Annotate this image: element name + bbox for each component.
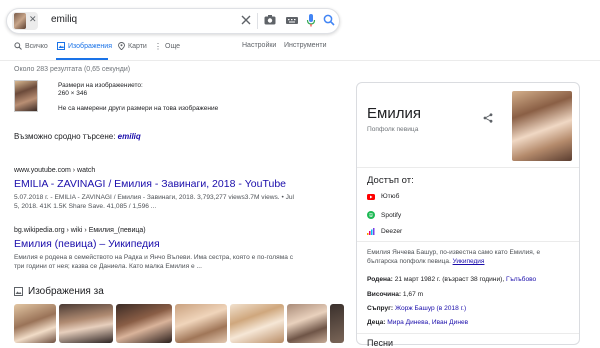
image-result[interactable] xyxy=(14,304,56,343)
map-pin-icon xyxy=(118,42,125,50)
kp-fact-value: 1,67 m xyxy=(402,291,424,298)
search-input[interactable]: emiliq xyxy=(51,14,77,25)
tabs-divider xyxy=(0,60,600,61)
kp-fact-label: Съпруг: xyxy=(367,305,394,312)
result-title-link[interactable]: EMILIA - ZAVINAGI / Емилия - Завинаги, 2… xyxy=(14,178,286,190)
search-tabs: Всичко Изображения Карти ⋮ Още Настройки… xyxy=(0,42,600,60)
kp-wikipedia-link[interactable]: Уикипедия xyxy=(453,258,485,265)
share-icon[interactable] xyxy=(483,110,493,128)
kp-fact-link[interactable]: Гълъбово xyxy=(506,276,536,283)
divider xyxy=(357,167,579,168)
result-url: bg.wikipedia.org › wiki › Емилия_(певица… xyxy=(14,227,146,234)
related-search-link[interactable]: emiliq xyxy=(118,132,141,141)
image-icon xyxy=(14,287,23,296)
search-image-chip[interactable]: ✕ xyxy=(12,12,38,30)
search-icon[interactable] xyxy=(323,13,335,32)
images-section-title: Изображения за xyxy=(28,286,104,297)
kp-service-deezer[interactable]: Deezer xyxy=(367,228,402,235)
deezer-icon xyxy=(367,228,375,235)
kp-fact-height: Височина: 1,67 m xyxy=(367,291,423,298)
image-result[interactable] xyxy=(175,304,227,343)
result-snippet: 5.07.2018 г. - EMILIA - ZAVINAGI / Емили… xyxy=(14,193,344,211)
tab-label: Още xyxy=(165,43,181,50)
image-size-label: Размери на изображението: xyxy=(58,82,143,89)
divider xyxy=(357,241,579,242)
snippet-line: Емилия е родена в семейството на Радка и… xyxy=(14,254,294,261)
result-stats: Около 283 резултата (0,65 секунди) xyxy=(14,66,131,73)
query-image-thumbnail[interactable] xyxy=(14,80,38,112)
kp-fact-value: 21 март 1982 г. (възраст 38 години), xyxy=(394,276,505,283)
knowledge-panel: Емилия Попфолк певица Достъп от: Ютюб Sp… xyxy=(356,82,580,348)
image-size-value: 260 × 346 xyxy=(58,90,88,97)
snippet-line: 5, 2018. 41K 1.5K Share Save. 41,085 / 1… xyxy=(14,203,157,210)
image-result[interactable] xyxy=(230,304,284,343)
kp-access-title: Достъп от: xyxy=(367,175,414,186)
kp-title: Емилия xyxy=(367,105,421,122)
youtube-icon xyxy=(367,193,375,200)
result-title-link[interactable]: Емилия (певица) – Уикипедия xyxy=(14,238,160,250)
tab-maps[interactable]: Карти xyxy=(118,42,147,50)
tab-label: Изображения xyxy=(68,42,112,50)
related-search-label: Възможно сродно търсене: xyxy=(14,132,116,141)
more-vert-icon: ⋮ xyxy=(154,42,162,51)
kp-description: Емилия Янчева Башур, по-известна само ка… xyxy=(367,248,572,266)
kp-fact-link[interactable]: Мира Динева, Иван Динев xyxy=(387,319,468,326)
keyboard-icon[interactable] xyxy=(285,13,299,32)
kp-fact-link[interactable]: Жорж Башур (в 2018 г.) xyxy=(395,305,466,312)
tab-settings[interactable]: Настройки xyxy=(242,42,276,49)
image-result[interactable] xyxy=(330,304,344,343)
kp-service-label: Spotify xyxy=(381,211,402,219)
kp-service-spotify[interactable]: Spotify xyxy=(367,211,401,219)
result-url: www.youtube.com › watch xyxy=(14,167,96,174)
remove-image-icon[interactable]: ✕ xyxy=(29,14,37,25)
camera-icon[interactable] xyxy=(263,13,277,32)
snippet-line: три години от нея; казва се Даниела. Кат… xyxy=(14,263,202,270)
kp-service-label: Deezer xyxy=(381,228,403,235)
related-search: Възможно сродно търсене: emiliq xyxy=(14,132,141,141)
image-result[interactable] xyxy=(287,304,327,343)
kp-fact-label: Височина: xyxy=(367,291,402,298)
clear-icon[interactable] xyxy=(239,13,253,32)
tab-more[interactable]: ⋮ Още xyxy=(154,42,180,51)
result-snippet: Емилия е родена в семейството на Радка и… xyxy=(14,253,344,271)
kp-fact-born: Родена: 21 март 1982 г. (възраст 38 годи… xyxy=(367,276,536,283)
kp-songs-heading: Песни xyxy=(367,338,393,348)
divider xyxy=(257,13,258,29)
kp-fact-spouse: Съпруг: Жорж Башур (в 2018 г.) xyxy=(367,305,466,312)
images-section-header: Изображения за xyxy=(14,286,104,297)
tab-all[interactable]: Всичко xyxy=(14,42,48,50)
no-other-sizes: Не са намерени други размери на това изо… xyxy=(58,105,219,112)
tab-tools[interactable]: Инструменти xyxy=(284,42,327,49)
kp-subtitle: Попфолк певица xyxy=(367,126,419,133)
kp-service-youtube[interactable]: Ютюб xyxy=(367,193,399,200)
microphone-icon[interactable] xyxy=(305,13,317,32)
image-result[interactable] xyxy=(59,304,113,343)
snippet-line: 5.07.2018 г. - EMILIA - ZAVINAGI / Емили… xyxy=(14,194,295,201)
kp-fact-label: Деца: xyxy=(367,319,386,326)
tab-label: Всичко xyxy=(25,42,48,50)
spotify-icon xyxy=(367,211,375,219)
kp-fact-children: Деца: Мира Динева, Иван Динев xyxy=(367,319,468,326)
kp-portrait-image[interactable] xyxy=(512,91,572,161)
tab-images[interactable]: Изображения xyxy=(57,42,112,50)
kp-fact-label: Родена: xyxy=(367,276,393,283)
search-bar[interactable]: ✕ emiliq xyxy=(6,8,340,34)
divider xyxy=(357,333,579,334)
image-result[interactable] xyxy=(116,304,172,343)
kp-service-label: Ютюб xyxy=(381,193,400,200)
image-icon xyxy=(57,42,65,50)
search-image-thumbnail xyxy=(14,13,26,29)
image-size-info: Размери на изображението: 260 × 346 xyxy=(58,82,143,98)
tab-label: Карти xyxy=(128,42,147,50)
search-icon xyxy=(14,42,22,50)
